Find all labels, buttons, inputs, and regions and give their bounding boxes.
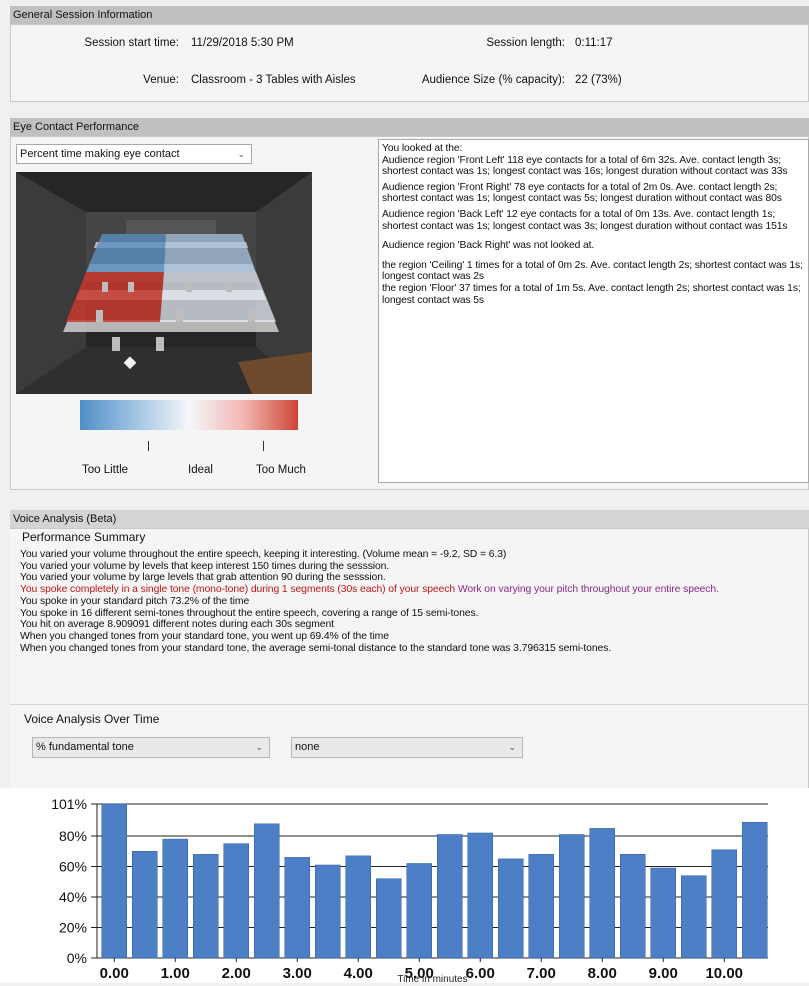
legend-too-little: Too Little [82, 464, 129, 476]
voice-compare-select-value: none [295, 741, 320, 753]
chart-bar [284, 857, 311, 959]
session-length-value: 0:11:17 [575, 37, 613, 49]
session-length-label: Session length: [486, 37, 565, 49]
chart-bar [253, 823, 280, 959]
y-tick-label: 101% [51, 796, 87, 812]
summary-line-notes: You hit on average 8.909091 different no… [20, 619, 334, 631]
eye-metric-dropdown[interactable]: Percent time making eye contact ⌄ [16, 144, 252, 164]
session-start-value: 11/29/2018 5:30 PM [191, 37, 294, 49]
eye-contact-details: You looked at the: Audience region 'Fron… [378, 139, 809, 483]
chart-bar [497, 858, 524, 959]
eye-detail-front-right: Audience region 'Front Right' 78 eye con… [382, 181, 782, 205]
chart-bar [375, 878, 402, 959]
summary-line-semitones: You spoke in 16 different semi-tones thr… [20, 607, 479, 619]
performance-summary-title: Performance Summary [20, 530, 148, 544]
session-start-label: Session start time: [84, 37, 179, 49]
summary-line-volume-large: You varied your volume by large levels t… [20, 572, 386, 584]
x-tick-label: 9.00 [649, 965, 678, 982]
chart-bar [162, 838, 189, 959]
chart-bar [741, 822, 768, 959]
chart-bar [406, 863, 433, 959]
eye-detail-ceiling-floor: the region 'Ceiling' 1 times for a total… [382, 259, 803, 306]
voice-compare-select[interactable]: none ⌄ [291, 737, 523, 758]
x-tick-label: 7.00 [527, 965, 556, 982]
chart-bar [558, 834, 585, 959]
x-axis-title: Time in minutes [397, 974, 467, 983]
eye-contact-header: Eye Contact Performance [10, 118, 809, 136]
eye-detail-front-left: You looked at the: Audience region 'Fron… [382, 143, 788, 178]
chart-bar [131, 851, 158, 959]
eye-metric-dropdown-value: Percent time making eye contact [20, 148, 180, 160]
chevron-down-icon: ⌄ [255, 742, 263, 752]
y-tick-label: 40% [59, 889, 87, 905]
legend-too-much: Too Much [256, 464, 306, 476]
summary-monotone-warning: You spoke completely in a single tone (m… [20, 584, 456, 596]
performance-summary: You varied your volume throughout the en… [20, 549, 809, 654]
audience-size-label: Audience Size (% capacity): [421, 74, 565, 86]
voice-metric-select-value: % fundamental tone [36, 741, 134, 753]
venue-value: Classroom - 3 Tables with Aisles [191, 74, 356, 86]
voice-over-time-chart: 0% 20% 40% 60% 80% 101% 0.00 1.00 2.00 3.00 4.00 5.… [0, 788, 809, 985]
eye-contact-color-scale [80, 400, 298, 430]
y-tick-label: 0% [67, 950, 87, 966]
y-tick-label: 60% [59, 859, 87, 875]
general-session-header: General Session Information [10, 6, 809, 24]
chart-bar [314, 864, 341, 959]
chart-bar [467, 832, 494, 959]
summary-line-volume-levels: You varied your volume by levels that ke… [20, 560, 390, 572]
summary-line-monotone: You spoke completely in a single tone (m… [20, 584, 795, 596]
x-tick-label: 10.00 [705, 965, 743, 982]
summary-line-standard-pitch: You spoke in your standard pitch 73.2% o… [20, 595, 250, 607]
x-tick-label: 1.00 [161, 965, 190, 982]
classroom-heatmap-scene [16, 172, 312, 394]
chart-bar [680, 875, 707, 959]
chart-bar [192, 854, 219, 959]
chart-bar [589, 828, 616, 959]
summary-line-tone-up: When you changed tones from your standar… [20, 630, 389, 642]
summary-line-tonal-distance: When you changed tones from your standar… [20, 642, 612, 654]
y-tick-label: 20% [59, 920, 87, 936]
voice-over-time-title: Voice Analysis Over Time [22, 712, 162, 726]
eye-detail-back-right: Audience region 'Back Right' was not loo… [382, 240, 595, 252]
chevron-down-icon: ⌄ [508, 742, 516, 752]
general-session-panel: Session start time: 11/29/2018 5:30 PM S… [10, 24, 809, 102]
x-tick-label: 0.00 [100, 965, 129, 982]
region-back-right [164, 234, 256, 272]
x-tick-label: 4.00 [344, 965, 373, 982]
legend-ideal: Ideal [188, 464, 213, 476]
chart-bar [619, 854, 646, 959]
x-tick-label: 3.00 [283, 965, 312, 982]
classroom-3d-view [16, 172, 312, 394]
audience-size-value: 22 (73%) [575, 74, 622, 86]
eye-detail-back-left: Audience region 'Back Left' 12 eye conta… [382, 208, 788, 232]
chart-bar [711, 849, 738, 959]
voice-analysis-header: Voice Analysis (Beta) [10, 510, 809, 528]
venue-label: Venue: [143, 74, 179, 86]
chart-bar [436, 834, 463, 959]
chart-bar [101, 803, 128, 959]
scale-tick-too-much [263, 441, 264, 451]
summary-monotone-tip: Work on varying your pitch throughout yo… [455, 584, 719, 596]
x-tick-label: 2.00 [222, 965, 251, 982]
y-tick-label: 80% [59, 828, 87, 844]
chevron-down-icon: ⌄ [237, 149, 245, 159]
chart-bar [528, 854, 555, 959]
scale-tick-ideal [148, 441, 149, 451]
voice-metric-select[interactable]: % fundamental tone ⌄ [32, 737, 270, 758]
chart-bar [223, 843, 250, 959]
chart-bar [650, 867, 677, 959]
x-tick-label: 6.00 [466, 965, 495, 982]
x-tick-label: 8.00 [588, 965, 617, 982]
chart-bar [345, 855, 372, 959]
voice-bar-chart-svg: 0%20%40%60%80%101%0.00 1.00 2.00 3.00 4.00 5.… [51, 796, 768, 985]
summary-line-volume-variation: You varied your volume throughout the en… [20, 549, 507, 560]
